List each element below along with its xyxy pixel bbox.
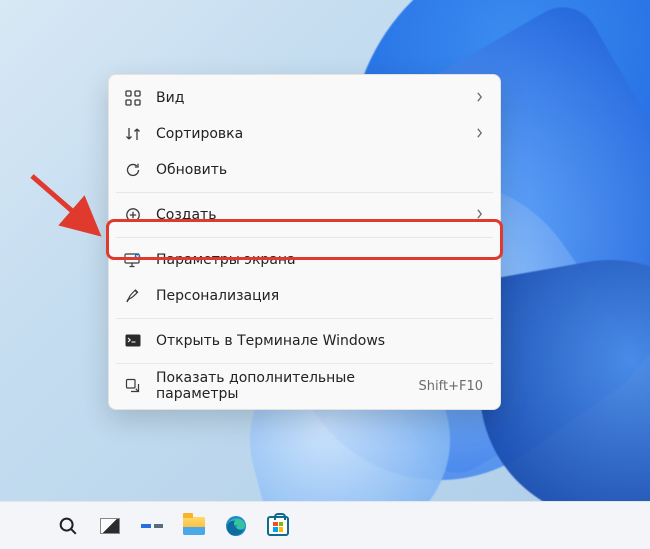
view-icon bbox=[124, 89, 142, 107]
taskbar bbox=[0, 501, 650, 549]
new-icon bbox=[124, 206, 142, 224]
menu-label: Показать дополнительные параметры bbox=[156, 370, 405, 402]
menu-shortcut: Shift+F10 bbox=[419, 379, 483, 394]
menu-divider bbox=[116, 192, 493, 193]
menu-item-new[interactable]: Создать bbox=[114, 197, 495, 233]
menu-item-view[interactable]: Вид bbox=[114, 80, 495, 116]
taskbar-search-button[interactable] bbox=[48, 506, 88, 546]
menu-item-sort[interactable]: Сортировка bbox=[114, 116, 495, 152]
menu-label: Персонализация bbox=[156, 288, 485, 304]
windows-start-icon bbox=[15, 515, 37, 537]
taskbar-edge[interactable] bbox=[216, 506, 256, 546]
chevron-right-icon bbox=[476, 91, 483, 105]
menu-divider bbox=[116, 363, 493, 364]
menu-item-open-terminal[interactable]: Открыть в Терминале Windows bbox=[114, 323, 495, 359]
menu-label: Параметры экрана bbox=[156, 252, 485, 268]
display-settings-icon bbox=[124, 251, 142, 269]
menu-item-display-settings[interactable]: Параметры экрана bbox=[114, 242, 495, 278]
chevron-right-icon bbox=[476, 208, 483, 222]
task-view-icon bbox=[141, 517, 163, 535]
store-icon bbox=[266, 514, 290, 538]
refresh-icon bbox=[124, 161, 142, 179]
menu-label: Сортировка bbox=[156, 126, 462, 142]
menu-item-refresh[interactable]: Обновить bbox=[114, 152, 495, 188]
taskbar-task-view[interactable] bbox=[132, 506, 172, 546]
desktop-context-menu: Вид Сортировка Обновить bbox=[108, 74, 501, 410]
file-explorer-icon bbox=[182, 514, 206, 538]
menu-item-more-options[interactable]: Показать дополнительные параметры Shift+… bbox=[114, 368, 495, 404]
more-options-icon bbox=[124, 377, 142, 395]
taskbar-task-switch[interactable] bbox=[90, 506, 130, 546]
menu-divider bbox=[116, 318, 493, 319]
terminal-icon bbox=[124, 332, 142, 350]
menu-divider bbox=[116, 237, 493, 238]
menu-label: Вид bbox=[156, 90, 462, 106]
sort-icon bbox=[124, 125, 142, 143]
taskbar-store[interactable] bbox=[258, 506, 298, 546]
menu-label: Создать bbox=[156, 207, 462, 223]
menu-item-personalize[interactable]: Персонализация bbox=[114, 278, 495, 314]
search-icon bbox=[56, 514, 80, 538]
personalize-icon bbox=[124, 287, 142, 305]
chevron-right-icon bbox=[476, 127, 483, 141]
menu-label: Обновить bbox=[156, 162, 485, 178]
taskbar-file-explorer[interactable] bbox=[174, 506, 214, 546]
edge-icon bbox=[224, 514, 248, 538]
menu-label: Открыть в Терминале Windows bbox=[156, 333, 485, 349]
task-switch-icon bbox=[98, 514, 122, 538]
taskbar-start-button[interactable] bbox=[6, 506, 46, 546]
